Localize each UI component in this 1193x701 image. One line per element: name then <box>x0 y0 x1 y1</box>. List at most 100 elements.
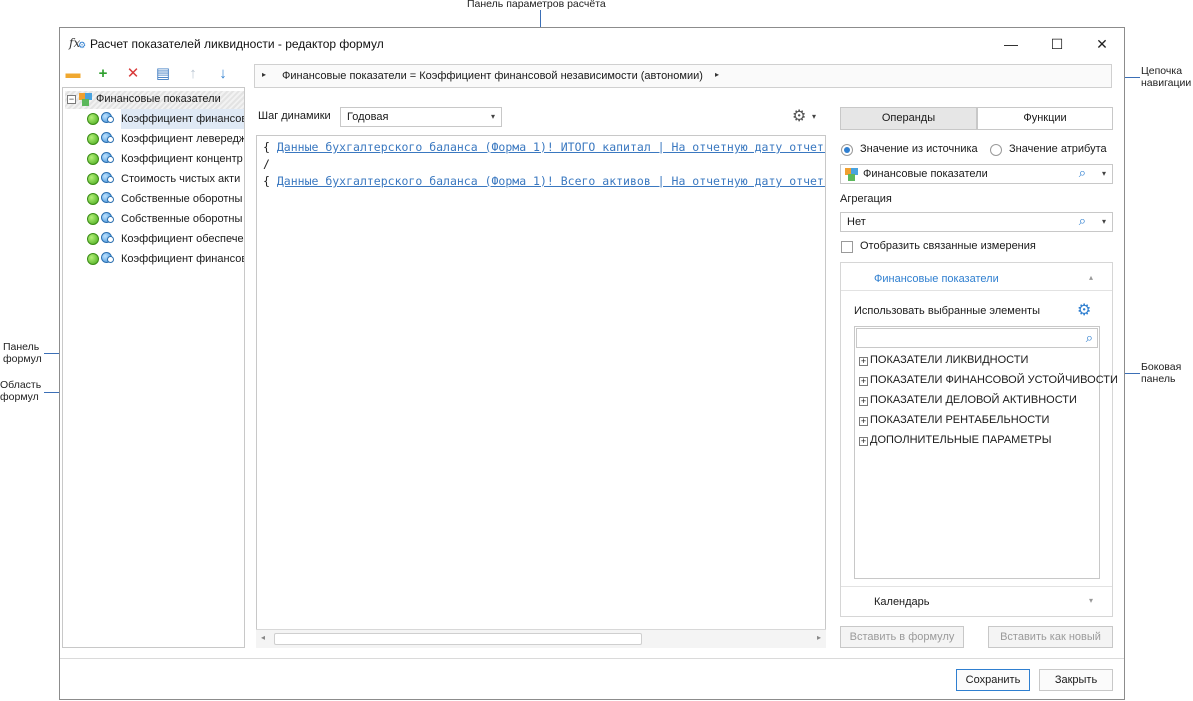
calendar-group-title[interactable]: Календарь <box>874 596 930 608</box>
expand-icon[interactable]: + <box>859 417 868 426</box>
status-ok-icon <box>87 213 99 225</box>
indicator-icon <box>101 232 115 245</box>
search-icon[interactable]: ⌕ <box>1079 165 1086 181</box>
nav-back-icon[interactable]: ▸ <box>262 70 266 79</box>
tree-item[interactable]: Коэффициент концентр <box>63 149 244 169</box>
list-item-label: ПОКАЗАТЕЛИ ДЕЛОВОЙ АКТИВНОСТИ <box>870 394 1077 406</box>
tree-item[interactable]: Собственные оборотны <box>63 209 244 229</box>
tree-item[interactable]: Коэффициент финансов <box>63 109 244 129</box>
tree-item-label: Коэффициент левередж <box>121 133 245 145</box>
settings-gear-icon[interactable]: ⚙ <box>792 106 806 126</box>
tab-operands[interactable]: Операнды <box>840 107 977 130</box>
add-icon[interactable]: + <box>93 64 113 84</box>
status-ok-icon <box>87 193 99 205</box>
radio-source[interactable] <box>841 144 853 156</box>
formula-operand-link[interactable]: Данные бухгалтерского баланса (Форма 1)!… <box>277 140 825 154</box>
show-linked-checkbox[interactable] <box>841 241 853 253</box>
radio-source-label: Значение из источника <box>860 143 978 155</box>
list-item[interactable]: + ПОКАЗАТЕЛИ РЕНТАБЕЛЬНОСТИ <box>859 411 1049 429</box>
formula-brace: { <box>263 174 270 188</box>
tree-item-label: Коэффициент обеспечен <box>121 233 245 245</box>
collapse-icon[interactable]: − <box>67 95 76 104</box>
list-item[interactable]: + ПОКАЗАТЕЛИ ЛИКВИДНОСТИ <box>859 351 1028 369</box>
search-icon[interactable]: ⌕ <box>1079 213 1086 229</box>
minimize-button[interactable]: — <box>988 28 1034 60</box>
tree-item[interactable]: Стоимость чистых акти <box>63 169 244 189</box>
group-title[interactable]: Финансовые показатели <box>874 273 999 285</box>
formula-operator: / <box>263 157 270 171</box>
radio-attribute[interactable] <box>990 144 1002 156</box>
tree-item[interactable]: Коэффициент обеспечен <box>63 229 245 249</box>
close-window-button[interactable]: ✕ <box>1079 28 1125 60</box>
formula-horizontal-scrollbar[interactable]: ◂ ▸ <box>256 629 826 648</box>
indicator-icon <box>101 172 115 185</box>
cube-icon <box>845 168 858 181</box>
save-button[interactable]: Сохранить <box>956 669 1030 691</box>
list-item-label: ПОКАЗАТЕЛИ РЕНТАБЕЛЬНОСТИ <box>870 414 1050 426</box>
status-ok-icon <box>87 233 99 245</box>
expand-icon[interactable]: + <box>859 377 868 386</box>
search-icon[interactable]: ⌕ <box>1086 330 1093 346</box>
step-select[interactable]: Годовая ▾ <box>340 107 502 127</box>
callout-navigation-line1: Цепочка <box>1141 65 1183 77</box>
tree-item[interactable]: Коэффициент левередж <box>63 129 245 149</box>
close-button[interactable]: Закрыть <box>1039 669 1113 691</box>
expand-icon[interactable]: + <box>859 357 868 366</box>
scroll-right-icon[interactable]: ▸ <box>817 633 821 642</box>
navigation-chain-text[interactable]: Финансовые показатели = Коэффициент фина… <box>282 70 703 82</box>
callout-formula-area-line1: Область <box>0 379 42 391</box>
list-item[interactable]: + ДОПОЛНИТЕЛЬНЫЕ ПАРАМЕТРЫ <box>859 431 1051 449</box>
aggregation-label: Агрегация <box>840 193 892 205</box>
indicator-icon <box>101 112 115 125</box>
tree-item-label: Собственные оборотны <box>121 213 243 225</box>
indicator-icon <box>101 212 115 225</box>
move-up-icon[interactable]: ↑ <box>183 64 203 84</box>
status-ok-icon <box>87 173 99 185</box>
callout-calc-params: Панель параметров расчёта <box>467 0 606 10</box>
tree-root[interactable]: − Финансовые показатели <box>65 91 244 109</box>
formula-line-1: { Данные бухгалтерского баланса (Форма 1… <box>263 140 825 154</box>
delete-icon[interactable]: ✕ <box>123 64 143 84</box>
scrollbar-thumb[interactable] <box>274 633 642 645</box>
insert-as-new-button[interactable]: Вставить как новый <box>988 626 1113 648</box>
maximize-button[interactable]: ☐ <box>1034 28 1080 60</box>
list-item-label: ДОПОЛНИТЕЛЬНЫЕ ПАРАМЕТРЫ <box>870 434 1052 446</box>
aggregation-select[interactable]: Нет ⌕ ▾ <box>840 212 1113 232</box>
tab-functions[interactable]: Функции <box>977 107 1113 130</box>
formula-editor-icon: fx ⚙ <box>69 36 87 51</box>
source-select[interactable]: Финансовые показатели ⌕ ▾ <box>840 164 1113 184</box>
formula-operand-link[interactable]: Данные бухгалтерского баланса (Форма 1)!… <box>277 174 825 188</box>
status-ok-icon <box>87 113 99 125</box>
formula-editor-window: fx ⚙ Расчет показателей ликвидности - ред… <box>59 27 1125 700</box>
expand-calendar-icon[interactable]: ▾ <box>1089 596 1093 605</box>
chevron-down-icon[interactable]: ▾ <box>1102 169 1106 178</box>
selection-settings-gear-icon[interactable]: ⚙ <box>1077 300 1091 320</box>
collapse-group-icon[interactable]: ▴ <box>1089 273 1093 282</box>
tree-item[interactable]: Коэффициент финансов <box>63 249 244 269</box>
elements-search-input[interactable]: ⌕ <box>856 328 1098 348</box>
list-item[interactable]: + ПОКАЗАТЕЛИ ДЕЛОВОЙ АКТИВНОСТИ <box>859 391 1077 409</box>
tree-item[interactable]: Собственные оборотны <box>63 189 244 209</box>
source-select-value: Финансовые показатели <box>863 168 988 180</box>
list-item-label: ПОКАЗАТЕЛИ ЛИКВИДНОСТИ <box>870 354 1029 366</box>
insert-into-formula-button[interactable]: Вставить в формулу <box>840 626 964 648</box>
list-item[interactable]: + ПОКАЗАТЕЛИ ФИНАНСОВОЙ УСТОЙЧИВОСТИ <box>859 371 1118 389</box>
scroll-left-icon[interactable]: ◂ <box>261 633 265 642</box>
show-linked-label: Отобразить связанные измерения <box>860 240 1036 252</box>
step-select-value: Годовая <box>347 111 389 123</box>
expand-icon[interactable]: + <box>859 397 868 406</box>
indicator-icon <box>101 252 115 265</box>
indicator-icon <box>101 192 115 205</box>
folder-icon[interactable]: ▬ <box>63 64 83 84</box>
chevron-down-icon[interactable]: ▾ <box>1102 217 1106 226</box>
properties-icon[interactable]: ▤ <box>153 64 173 84</box>
formula-brace: { <box>263 140 270 154</box>
callout-side-panel: Боковая панель <box>1141 361 1181 385</box>
formula-area[interactable]: { Данные бухгалтерского баланса (Форма 1… <box>256 135 826 648</box>
nav-next-icon[interactable]: ▸ <box>715 70 719 79</box>
move-down-icon[interactable]: ↓ <box>213 64 233 84</box>
status-ok-icon <box>87 153 99 165</box>
expand-icon[interactable]: + <box>859 437 868 446</box>
settings-chevron-icon[interactable]: ▾ <box>812 112 816 121</box>
formula-line-3: { Данные бухгалтерского баланса (Форма 1… <box>263 174 825 188</box>
